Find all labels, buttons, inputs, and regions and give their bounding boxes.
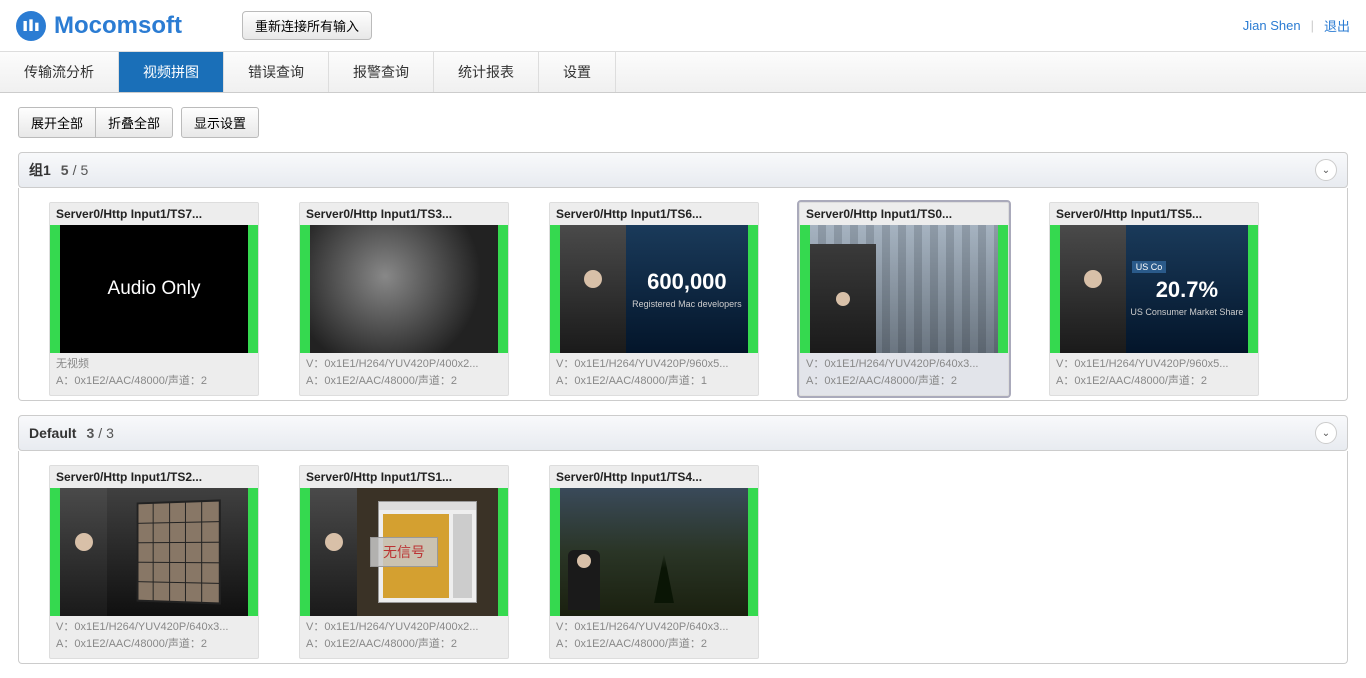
tile-preview[interactable]	[550, 488, 758, 616]
tile-title: Server0/Http Input1/TS2...	[50, 466, 258, 488]
nav-tab[interactable]: 报警查询	[329, 52, 434, 92]
video-tile[interactable]: Server0/Http Input1/TS5...US Co20.7%US C…	[1049, 202, 1259, 396]
chevron-down-icon[interactable]: ⌄	[1315, 159, 1337, 181]
tile-preview[interactable]	[800, 225, 1008, 353]
video-info-line: V：0x1E1/H264/YUV420P/640x3...	[56, 619, 252, 636]
video-tile[interactable]: Server0/Http Input1/TS2... V：0x1E1/H264/Y…	[49, 465, 259, 659]
tile-title: Server0/Http Input1/TS1...	[300, 466, 508, 488]
video-info-line: V：0x1E1/H264/YUV420P/400x2...	[306, 619, 502, 636]
tile-preview[interactable]: US Co20.7%US Consumer Market Share	[1050, 225, 1258, 353]
nav-tab[interactable]: 统计报表	[434, 52, 539, 92]
brand-name: Mocomsoft	[54, 12, 182, 40]
tile-preview[interactable]	[50, 488, 258, 616]
tile-info: V：0x1E1/H264/YUV420P/400x2...A：0x1E2/AAC…	[300, 353, 508, 395]
tile-title: Server0/Http Input1/TS7...	[50, 203, 258, 225]
tile-info: V：0x1E1/H264/YUV420P/640x3...A：0x1E2/AAC…	[800, 353, 1008, 395]
video-tile[interactable]: Server0/Http Input1/TS6...600,000Registe…	[549, 202, 759, 396]
tile-preview[interactable]	[300, 225, 508, 353]
nav-tab[interactable]: 传输流分析	[0, 52, 119, 92]
tile-title: Server0/Http Input1/TS3...	[300, 203, 508, 225]
main-nav: 传输流分析视频拼图错误查询报警查询统计报表设置	[0, 52, 1366, 93]
group-header[interactable]: 组1 5/5 ⌄	[18, 152, 1348, 188]
tile-info: 无视频A：0x1E2/AAC/48000/声道：2	[50, 353, 258, 395]
logo: Mocomsoft	[16, 11, 182, 41]
audio-info-line: A：0x1E2/AAC/48000/声道：2	[556, 636, 752, 653]
toolbar: 展开全部 折叠全部 显示设置	[0, 93, 1366, 152]
tile-title: Server0/Http Input1/TS4...	[550, 466, 758, 488]
audio-info-line: A：0x1E2/AAC/48000/声道：2	[56, 636, 252, 653]
audio-info-line: A：0x1E2/AAC/48000/声道：2	[306, 636, 502, 653]
video-tile[interactable]: Server0/Http Input1/TS3... V：0x1E1/H264/Y…	[299, 202, 509, 396]
expand-all-button[interactable]: 展开全部	[18, 107, 95, 138]
tile-preview[interactable]: 无信号	[300, 488, 508, 616]
tile-preview[interactable]: 600,000Registered Mac developers	[550, 225, 758, 353]
no-signal-badge: 无信号	[370, 537, 438, 567]
tile-info: V：0x1E1/H264/YUV420P/640x3...A：0x1E2/AAC…	[50, 616, 258, 658]
video-tile[interactable]: Server0/Http Input1/TS0... V：0x1E1/H264/Y…	[799, 202, 1009, 396]
video-info-line: V：0x1E1/H264/YUV420P/400x2...	[306, 356, 502, 373]
video-info-line: V：0x1E1/H264/YUV420P/640x3...	[806, 356, 1002, 373]
tile-info: V：0x1E1/H264/YUV420P/640x3...A：0x1E2/AAC…	[550, 616, 758, 658]
chevron-down-icon[interactable]: ⌄	[1315, 422, 1337, 444]
video-group: Default 3/3 ⌄ Server0/Http Input1/TS2... V：0…	[18, 415, 1348, 664]
tile-info: V：0x1E1/H264/YUV420P/960x5...A：0x1E2/AAC…	[550, 353, 758, 395]
tile-title: Server0/Http Input1/TS5...	[1050, 203, 1258, 225]
nav-tab[interactable]: 设置	[539, 52, 616, 92]
tile-preview[interactable]: Audio Only	[50, 225, 258, 353]
tile-title: Server0/Http Input1/TS0...	[800, 203, 1008, 225]
audio-info-line: A：0x1E2/AAC/48000/声道：2	[56, 373, 252, 390]
group-count: 3/3	[86, 425, 113, 441]
audio-info-line: A：0x1E2/AAC/48000/声道：2	[1056, 373, 1252, 390]
video-tile[interactable]: Server0/Http Input1/TS7...Audio Only无视频A…	[49, 202, 259, 396]
audio-info-line: A：0x1E2/AAC/48000/声道：2	[306, 373, 502, 390]
tile-info: V：0x1E1/H264/YUV420P/400x2...A：0x1E2/AAC…	[300, 616, 508, 658]
audio-info-line: A：0x1E2/AAC/48000/声道：2	[806, 373, 1002, 390]
groups-container: 组1 5/5 ⌄ Server0/Http Input1/TS7...Audio On…	[0, 152, 1366, 664]
video-info-line: V：0x1E1/H264/YUV420P/960x5...	[556, 356, 752, 373]
video-info-line: 无视频	[56, 356, 252, 373]
video-tile[interactable]: Server0/Http Input1/TS4... V：0x1E1/H264/Y…	[549, 465, 759, 659]
video-tile[interactable]: Server0/Http Input1/TS1... 无信号 V：0x1E1/H26…	[299, 465, 509, 659]
group-title: 组1	[29, 160, 51, 180]
collapse-all-button[interactable]: 折叠全部	[95, 107, 173, 138]
audio-info-line: A：0x1E2/AAC/48000/声道：1	[556, 373, 752, 390]
logo-icon	[16, 11, 46, 41]
user-name[interactable]: Jian Shen	[1243, 18, 1301, 33]
reconnect-all-button[interactable]: 重新连接所有输入	[242, 11, 372, 40]
tile-info: V：0x1E1/H264/YUV420P/960x5...A：0x1E2/AAC…	[1050, 353, 1258, 395]
tile-title: Server0/Http Input1/TS6...	[550, 203, 758, 225]
nav-tab[interactable]: 错误查询	[224, 52, 329, 92]
group-header[interactable]: Default 3/3 ⌄	[18, 415, 1348, 451]
nav-tab[interactable]: 视频拼图	[119, 52, 224, 92]
display-settings-button[interactable]: 显示设置	[181, 107, 259, 138]
app-header: Mocomsoft 重新连接所有输入 Jian Shen | 退出	[0, 0, 1366, 52]
logout-link[interactable]: 退出	[1324, 16, 1350, 35]
video-info-line: V：0x1E1/H264/YUV420P/640x3...	[556, 619, 752, 636]
group-count: 5/5	[61, 162, 88, 178]
group-title: Default	[29, 425, 76, 441]
video-info-line: V：0x1E1/H264/YUV420P/960x5...	[1056, 356, 1252, 373]
video-group: 组1 5/5 ⌄ Server0/Http Input1/TS7...Audio On…	[18, 152, 1348, 401]
